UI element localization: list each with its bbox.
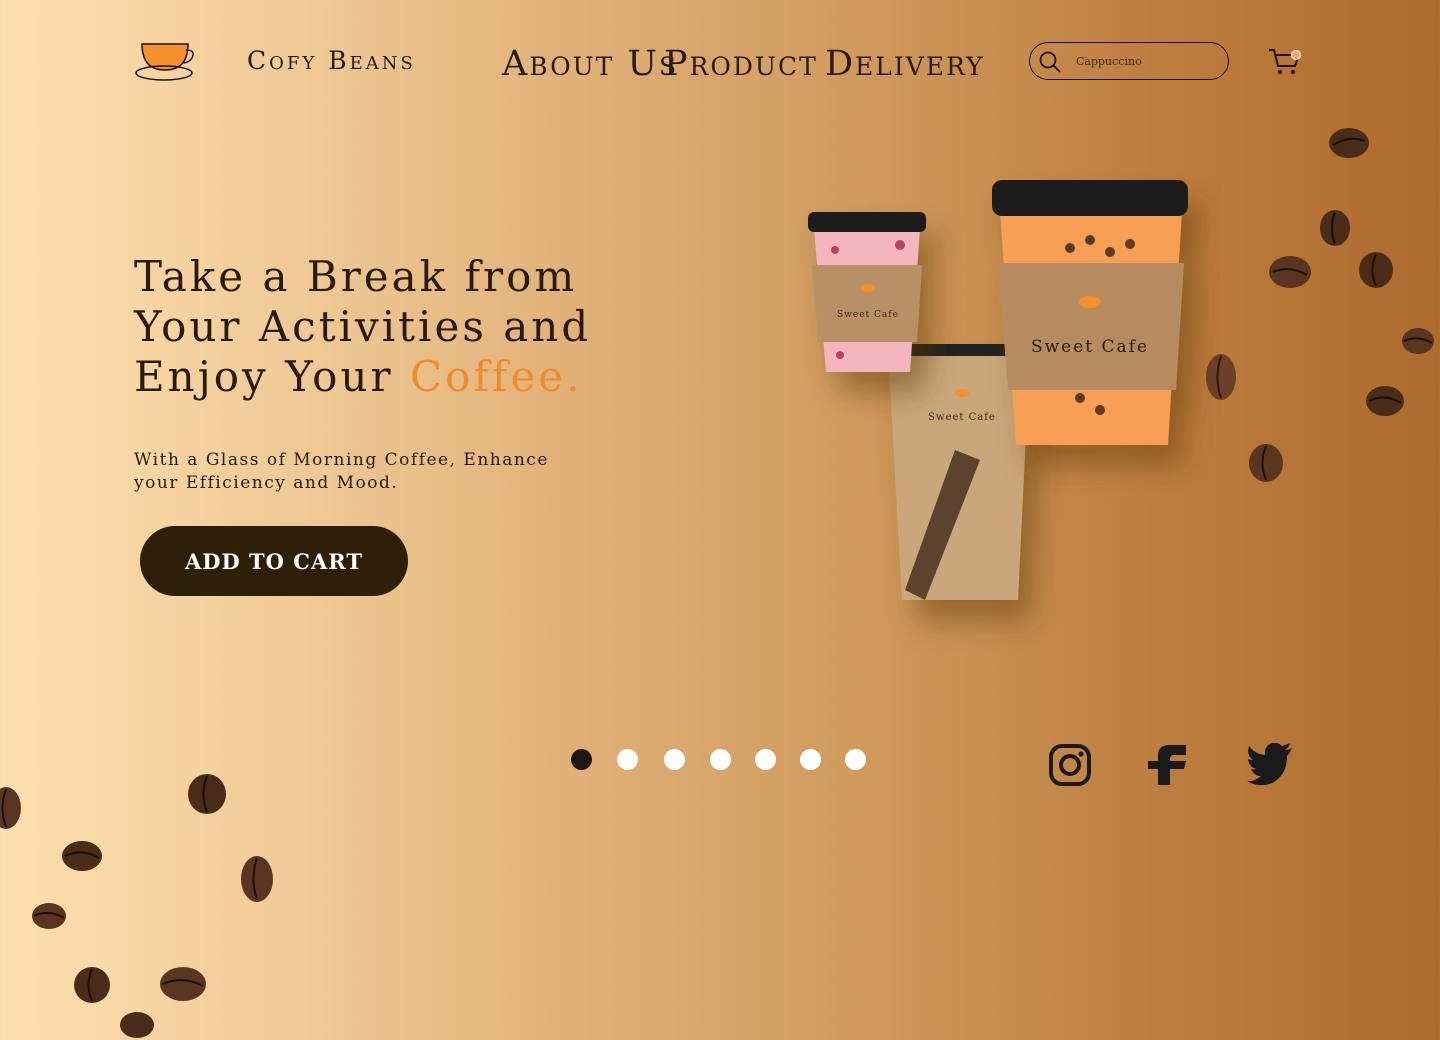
bean-icon (1366, 386, 1404, 416)
add-to-cart-button[interactable]: ADD TO CART (140, 526, 408, 596)
bean-icon (241, 856, 273, 902)
bean-icon (32, 903, 66, 929)
bean-icon (1359, 252, 1393, 288)
hero-headline-accent: Coffee. (409, 352, 583, 401)
bean-icon (1206, 354, 1236, 400)
bean-icon (120, 1012, 154, 1038)
brand-logo-cup-icon[interactable] (134, 40, 196, 82)
bean-icon (1402, 328, 1434, 354)
bean-icon (62, 841, 102, 871)
coffee-beans-left (0, 760, 280, 1038)
nav-product[interactable]: Product (664, 44, 818, 84)
cup-brand-label: Sweet Cafe (928, 412, 996, 423)
cart-notification-badge (1291, 50, 1301, 60)
carousel-dot-5[interactable] (755, 749, 776, 770)
bean-icon (1329, 128, 1369, 158)
coffee-beans-right (1200, 120, 1440, 500)
facebook-icon[interactable] (1144, 743, 1190, 787)
bean-icon (160, 967, 206, 1001)
bean-icon (74, 967, 110, 1003)
bean-icon (1320, 210, 1350, 246)
cup-brand-label-large: Sweet Cafe (1031, 337, 1149, 357)
search-input[interactable] (1076, 51, 1216, 71)
search-icon[interactable] (1038, 50, 1062, 74)
carousel-dot-2[interactable] (617, 749, 638, 770)
hero-subtitle: With a Glass of Morning Coffee, Enhance … (134, 450, 549, 493)
carousel-dot-7[interactable] (845, 749, 866, 770)
cup-brand-label-small: Sweet Cafe (837, 310, 899, 320)
carousel-dot-1[interactable] (571, 749, 592, 770)
carousel-dot-4[interactable] (710, 749, 731, 770)
brand-name[interactable]: Cofy Beans (247, 46, 416, 75)
carousel-dot-6[interactable] (800, 749, 821, 770)
nav-about-us[interactable]: About Us (502, 44, 678, 84)
bean-icon (188, 774, 226, 814)
search-box[interactable] (1029, 42, 1229, 80)
coffee-cups-image: Sweet Cafe Sweet Cafe Sweet Cafe (808, 180, 1188, 600)
carousel-dot-3[interactable] (664, 749, 685, 770)
nav-delivery[interactable]: Delivery (825, 44, 985, 84)
bean-icon (0, 787, 21, 829)
instagram-icon[interactable] (1048, 743, 1092, 787)
hero-headline: Take a Break from Your Activities and En… (134, 252, 654, 402)
twitter-icon[interactable] (1247, 743, 1293, 785)
bean-icon (1269, 256, 1311, 288)
bean-icon (1249, 444, 1283, 482)
